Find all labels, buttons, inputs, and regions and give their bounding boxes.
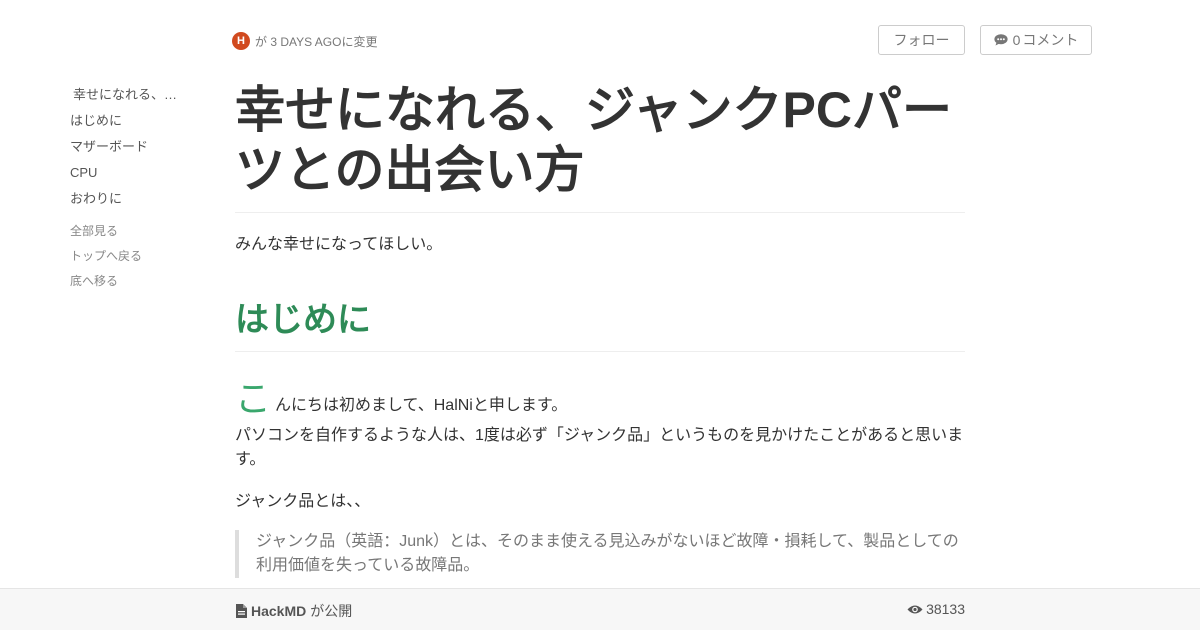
body-paragraph: パソコンを自作するような人は、1度は必ず「ジャンク品」というものを見かけたことが… bbox=[235, 427, 964, 469]
published-by: HackMD が公開 bbox=[235, 601, 352, 621]
avatar[interactable]: H bbox=[232, 32, 250, 50]
toc-item-motherboard[interactable]: マザーボード bbox=[70, 136, 210, 162]
eye-icon bbox=[907, 605, 923, 613]
comment-count: 0 bbox=[1012, 32, 1021, 48]
table-of-contents: 幸せになれる、… はじめに マザーボード CPU おわりに 全部見る トップへ戻… bbox=[70, 84, 210, 295]
comment-button[interactable]: 0 コメント bbox=[980, 25, 1092, 55]
comment-label: コメント bbox=[1022, 32, 1079, 48]
section-heading-intro: はじめに bbox=[235, 299, 965, 352]
article-subtitle: みんな幸せになってほしい。 bbox=[235, 236, 443, 253]
back-to-top-link[interactable]: トップへ戻る bbox=[70, 245, 210, 270]
article: 幸せになれる、ジャンクPCパーツとの出会い方 みんな幸せになってほしい。 はじめ… bbox=[235, 80, 965, 579]
definition-quote: ジャンク品（英語：Junk）とは、そのまま使える見込みがないほど故障・損耗して、… bbox=[235, 530, 965, 579]
drop-cap: こ bbox=[235, 378, 272, 420]
footer: HackMD が公開 38133 bbox=[0, 588, 1200, 630]
expand-all-link[interactable]: 全部見る bbox=[70, 220, 210, 245]
toc-item-conclusion[interactable]: おわりに bbox=[70, 188, 210, 214]
follow-button[interactable]: フォロー bbox=[878, 25, 965, 55]
toc-item-cpu[interactable]: CPU bbox=[70, 162, 210, 188]
body-paragraph-junk: ジャンク品とは、、 bbox=[235, 493, 371, 511]
document-icon bbox=[236, 604, 247, 618]
view-count-value: 38133 bbox=[926, 601, 965, 617]
go-to-bottom-link[interactable]: 底へ移る bbox=[70, 270, 210, 295]
hackmd-brand-link[interactable]: HackMD bbox=[251, 603, 306, 619]
toc-item-title[interactable]: 幸せになれる、… bbox=[70, 84, 210, 110]
intro-paragraph: こ んにちは初めまして、HalNiと申します。 bbox=[235, 380, 965, 418]
page-title: 幸せになれる、ジャンクPCパーツとの出会い方 bbox=[235, 80, 965, 213]
changed-timestamp: が 3 DAYS AGOに変更 bbox=[255, 34, 378, 49]
view-count: 38133 bbox=[907, 601, 965, 617]
intro-text: んにちは初めまして、HalNiと申します。 bbox=[275, 397, 568, 415]
published-label: が公開 bbox=[310, 603, 353, 619]
author-meta: H が 3 DAYS AGOに変更 bbox=[232, 31, 377, 51]
comment-icon bbox=[993, 34, 1008, 46]
toc-item-intro[interactable]: はじめに bbox=[70, 110, 210, 136]
